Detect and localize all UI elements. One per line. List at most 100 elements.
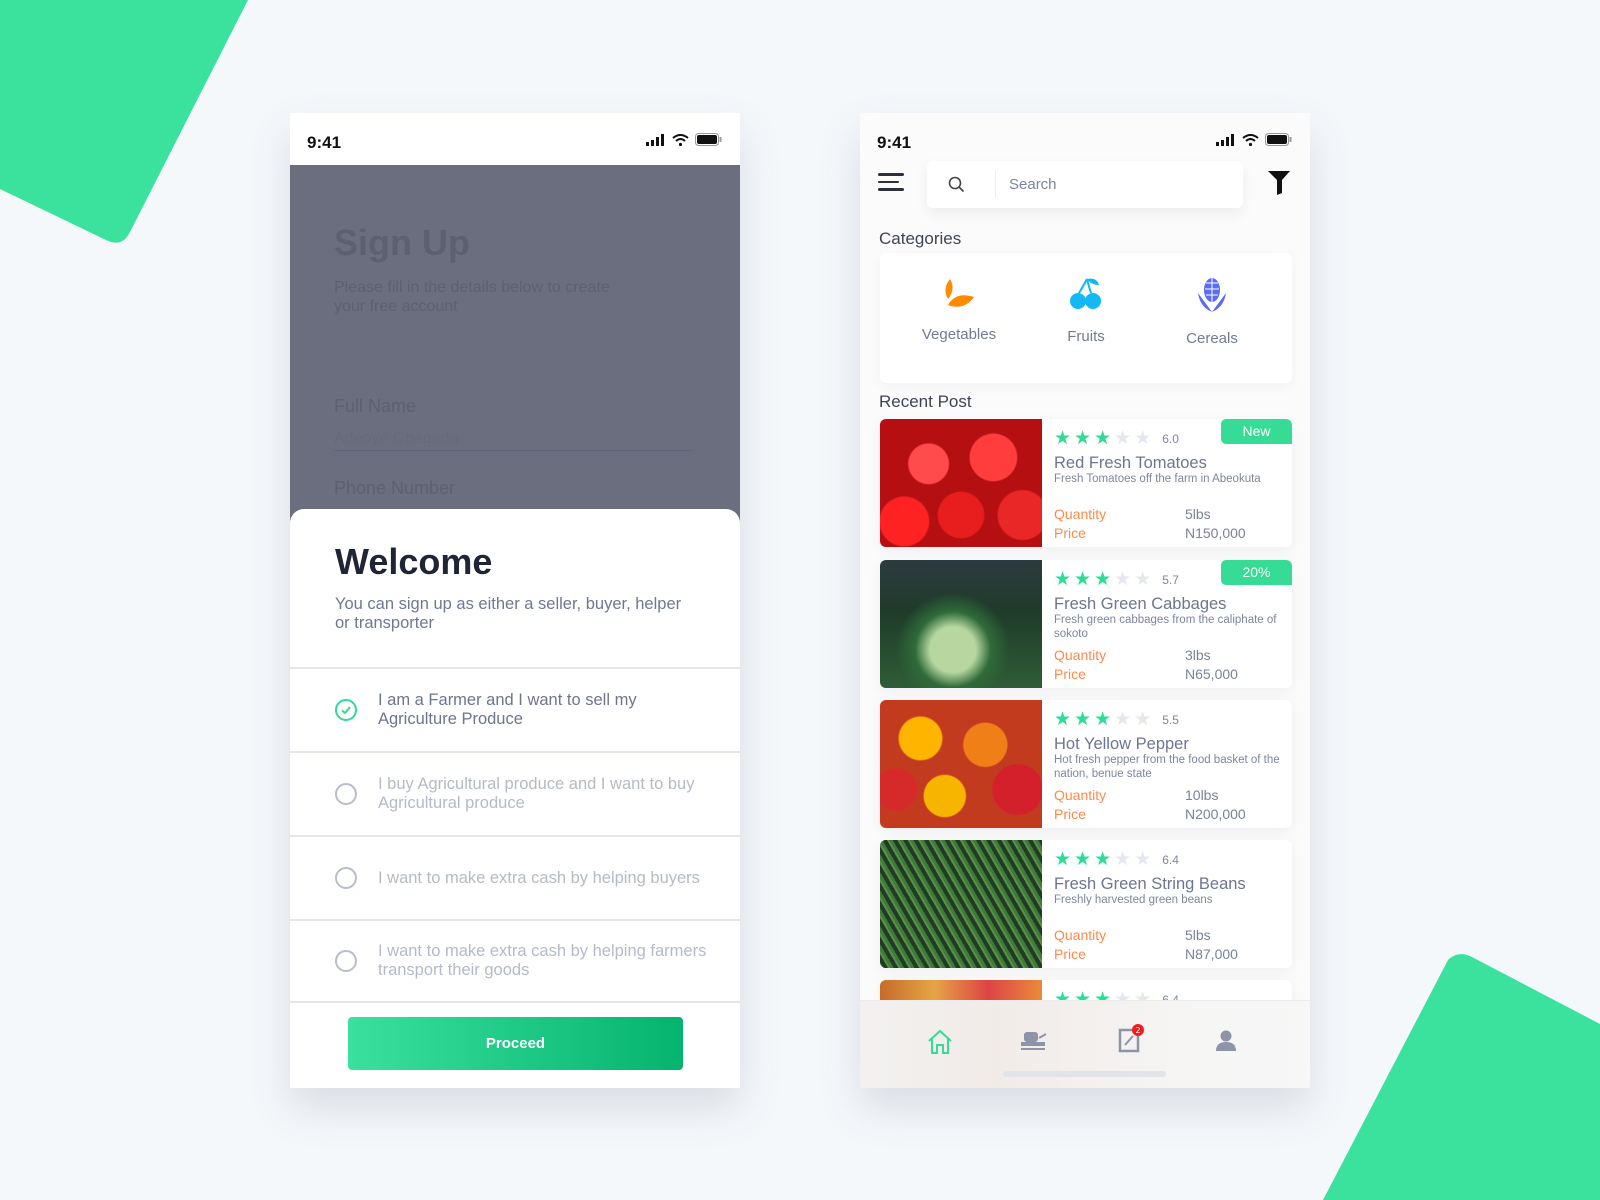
option-label: I want to make extra cash by helping buy… — [378, 868, 700, 887]
category-label: Cereals — [1186, 330, 1238, 347]
background-decoration — [0, 0, 1600, 1200]
welcome-subtitle: You can sign up as either a seller, buye… — [335, 595, 682, 632]
star-icon: ★ — [1114, 569, 1132, 590]
star-icon: ★ — [1114, 709, 1132, 730]
radio-icon[interactable] — [335, 950, 357, 972]
category-vegetables[interactable]: Vegetables — [899, 277, 1019, 343]
post-title: Fresh Green Cabbages — [1054, 595, 1227, 613]
option-buyer[interactable]: I buy Agricultural produce and I want to… — [290, 751, 740, 835]
post-title: Red Fresh Tomatoes — [1054, 454, 1207, 472]
category-label: Fruits — [1067, 328, 1105, 345]
price-value: N65,000 — [1185, 666, 1238, 682]
quantity-label: Quantity — [1054, 506, 1107, 522]
filter-icon[interactable] — [1268, 171, 1290, 195]
star-icon: ★ — [1074, 709, 1092, 730]
star-icon: ★ — [1134, 849, 1152, 870]
category-cereals[interactable]: Cereals — [1152, 277, 1272, 347]
corn-icon — [1198, 278, 1226, 312]
price-value: N87,000 — [1185, 946, 1238, 962]
post-description: Hot fresh pepper from the food basket of… — [1054, 754, 1280, 780]
profile-icon[interactable] — [1215, 1029, 1237, 1053]
price-label: Price — [1054, 666, 1086, 682]
star-icon: ★ — [1094, 849, 1112, 870]
full-name-label: Full Name — [334, 396, 417, 416]
option-transporter[interactable]: I want to make extra cash by helping far… — [290, 919, 740, 1003]
price-value: N200,000 — [1185, 806, 1246, 822]
signup-phone: 9:41 Sign Up Please fill in the details … — [290, 113, 740, 1088]
signal-icon — [1216, 133, 1234, 146]
search-input[interactable]: Search — [1009, 176, 1057, 193]
divider — [995, 171, 996, 198]
leaf-icon — [945, 279, 974, 307]
status-bar: 9:41 — [860, 113, 1310, 165]
full-name-input[interactable]: Adeoye Gbagada — [334, 430, 694, 451]
post-image — [880, 419, 1042, 547]
star-icon: ★ — [1114, 849, 1132, 870]
battery-icon — [695, 133, 722, 146]
menu-icon[interactable] — [878, 173, 904, 196]
post-title: Hot Yellow Pepper — [1054, 735, 1189, 753]
rating-value: 5.5 — [1162, 712, 1179, 727]
star-icon: ★ — [1074, 849, 1092, 870]
orders-icon[interactable]: 2 — [1118, 1023, 1146, 1053]
quantity-value: 10lbs — [1185, 787, 1219, 803]
post-description: Freshly harvested green beans — [1054, 894, 1213, 906]
post-image — [880, 560, 1042, 688]
wifi-icon — [672, 133, 689, 146]
post-card[interactable]: ★ ★ ★ ★ ★ 5.7 Fresh Green Cabbages Fresh green … — [880, 560, 1292, 688]
quantity-label: Quantity — [1054, 927, 1107, 943]
rating: ★★★★★6.4 — [1054, 848, 1179, 871]
star-icon: ★ — [1134, 709, 1152, 730]
star-icon: ★ — [1054, 428, 1072, 449]
price-value: N150,000 — [1185, 525, 1246, 541]
rating: ★ ★ ★ ★ ★ 5.5 — [1054, 708, 1179, 731]
status-time: 9:41 — [307, 133, 342, 152]
rating-value: 6.0 — [1162, 431, 1179, 446]
check-circle-icon[interactable] — [335, 699, 357, 721]
option-farmer[interactable]: I am a Farmer and I want to sell my Agri… — [290, 667, 740, 751]
post-badge: 20% — [1221, 560, 1292, 585]
marketplace-phone: 9:41 Search Categories Vegetables Fruits… — [860, 113, 1310, 1088]
status-bar: 9:41 — [290, 113, 740, 165]
post-title: Fresh Green String Beans — [1054, 875, 1246, 893]
radio-icon[interactable] — [335, 867, 357, 889]
signal-icon — [646, 133, 664, 146]
option-helper[interactable]: I want to make extra cash by helping buy… — [290, 835, 740, 919]
post-image — [880, 840, 1042, 968]
quantity-label: Quantity — [1054, 647, 1107, 663]
star-icon: ★ — [1094, 428, 1112, 449]
price-label: Price — [1054, 806, 1086, 822]
price-label: Price — [1054, 946, 1086, 962]
tractor-icon[interactable] — [1020, 1029, 1048, 1053]
rating: ★ ★ ★ ★ ★ 5.7 — [1054, 568, 1179, 591]
rating-value: 5.7 — [1162, 572, 1179, 587]
home-icon[interactable] — [927, 1029, 953, 1055]
welcome-title: Welcome — [335, 541, 493, 582]
rating: ★ ★ ★ ★ ★ 6.0 — [1054, 427, 1179, 450]
post-card[interactable]: ★ ★ ★ ★ ★ 6.0 Red Fresh Tomatoes Fresh Tomatoes… — [880, 419, 1292, 547]
quantity-value: 5lbs — [1185, 927, 1211, 943]
search-bar[interactable]: Search — [927, 161, 1243, 208]
star-icon: ★ — [1054, 709, 1072, 730]
star-icon: ★ — [1134, 428, 1152, 449]
post-card[interactable]: ★ ★ ★ ★ ★ 5.5 Hot Yellow Pepper Hot fresh peppe… — [880, 700, 1292, 828]
star-icon: ★ — [1054, 569, 1072, 590]
option-label: I buy Agricultural produce and I want to… — [378, 775, 695, 812]
battery-icon — [1265, 133, 1292, 146]
option-label: I want to make extra cash by helping far… — [378, 942, 707, 979]
wifi-icon — [1242, 133, 1259, 146]
category-fruits[interactable]: Fruits — [1026, 277, 1146, 345]
orders-badge: 2 — [1135, 1026, 1140, 1035]
radio-icon[interactable] — [335, 783, 357, 805]
post-description: Fresh Tomatoes off the farm in Abeokuta — [1054, 473, 1261, 485]
signup-title: Sign Up — [334, 222, 470, 263]
cherry-icon — [1070, 278, 1101, 309]
star-icon: ★ — [1074, 569, 1092, 590]
price-label: Price — [1054, 525, 1086, 541]
proceed-button[interactable]: Proceed — [348, 1017, 683, 1070]
post-card[interactable]: ★ ★ ★ ★ ★ 6.4 Fresh Green String Beans Freshly … — [880, 840, 1292, 968]
star-icon: ★ — [1114, 428, 1132, 449]
post-image — [880, 700, 1042, 828]
home-indicator — [1003, 1071, 1166, 1077]
star-icon: ★ — [1054, 849, 1072, 870]
